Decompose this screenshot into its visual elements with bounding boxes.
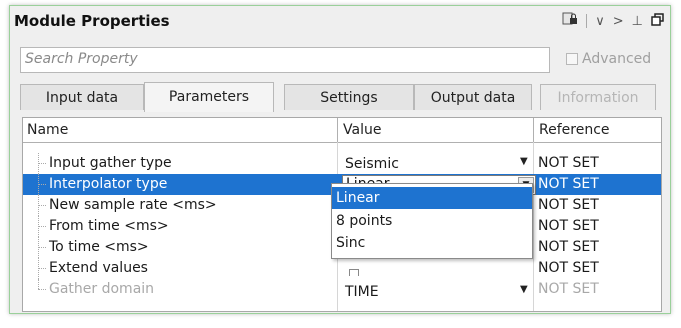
tree-line xyxy=(38,205,46,206)
lock-icon[interactable] xyxy=(562,12,578,30)
panel-titlebar: Module Properties ∨ > ⊥ xyxy=(10,6,670,40)
dropdown-option-8-points[interactable]: 8 points xyxy=(332,210,532,232)
property-name: Gather domain xyxy=(49,281,155,297)
property-reference: NOT SET xyxy=(538,197,599,213)
pin-icon[interactable]: ⊥ xyxy=(632,14,643,29)
advanced-label: Advanced xyxy=(582,51,652,67)
tree-line xyxy=(38,226,46,227)
property-name: New sample rate <ms> xyxy=(49,197,217,213)
dropdown-arrow-icon[interactable]: ▼ xyxy=(520,156,528,167)
titlebar-icons: ∨ > ⊥ xyxy=(562,12,664,30)
property-row-gather-domain[interactable]: Gather domain TIME ▼ NOT SET xyxy=(23,279,661,300)
dropdown-option-linear[interactable]: Linear xyxy=(332,187,532,209)
module-properties-panel: Module Properties ∨ > ⊥ Search Property … xyxy=(9,5,671,314)
grid-header: Name Value Reference xyxy=(23,118,661,143)
property-value[interactable]: Seismic xyxy=(345,156,399,172)
property-reference: NOT SET xyxy=(538,239,599,255)
property-row-extend-values[interactable]: Extend values NOT SET xyxy=(23,258,661,279)
column-header-value[interactable]: Value xyxy=(343,122,381,138)
dropdown-arrow-icon[interactable]: ▼ xyxy=(520,284,528,295)
property-reference: NOT SET xyxy=(538,176,599,192)
chevron-right-icon[interactable]: > xyxy=(613,14,624,29)
property-reference: NOT SET xyxy=(538,155,599,171)
restore-window-icon[interactable] xyxy=(651,12,664,30)
column-divider[interactable] xyxy=(337,118,338,142)
tree-line xyxy=(38,247,46,248)
property-reference: NOT SET xyxy=(538,218,599,234)
search-input[interactable]: Search Property xyxy=(20,47,550,73)
tree-line xyxy=(38,184,46,185)
property-name: From time <ms> xyxy=(49,218,169,234)
property-reference: NOT SET xyxy=(538,260,599,276)
property-name: Extend values xyxy=(49,260,148,276)
interpolator-type-dropdown-list[interactable]: Linear 8 points Sinc xyxy=(331,183,533,259)
tree-line xyxy=(38,279,49,289)
advanced-checkbox[interactable]: Advanced xyxy=(566,51,651,67)
tab-output-data[interactable]: Output data xyxy=(414,84,532,110)
tab-information: Information xyxy=(540,84,656,110)
tab-parameters[interactable]: Parameters xyxy=(144,82,274,112)
column-header-reference[interactable]: Reference xyxy=(539,122,610,138)
property-row-input-gather-type[interactable]: Input gather type Seismic ▼ NOT SET xyxy=(23,153,661,174)
tree-line xyxy=(38,163,46,164)
chevron-down-icon[interactable]: ∨ xyxy=(595,14,605,29)
column-divider[interactable] xyxy=(533,118,534,142)
tree-line xyxy=(38,289,46,290)
dropdown-option-sinc[interactable]: Sinc xyxy=(332,232,532,254)
search-placeholder: Search Property xyxy=(25,51,138,67)
extend-values-checkbox[interactable] xyxy=(349,269,359,276)
tree-line xyxy=(38,268,46,269)
checkbox-box[interactable] xyxy=(566,53,578,65)
tab-input-data[interactable]: Input data xyxy=(20,84,144,110)
panel-title: Module Properties xyxy=(14,12,170,30)
tab-settings[interactable]: Settings xyxy=(284,84,414,110)
property-name: Input gather type xyxy=(49,155,172,171)
property-reference: NOT SET xyxy=(538,281,599,297)
toolbar-separator xyxy=(586,14,588,28)
property-value[interactable]: TIME xyxy=(345,284,379,300)
column-header-name[interactable]: Name xyxy=(27,122,68,138)
property-name: Interpolator type xyxy=(49,176,168,192)
tab-bar: Input data Parameters Settings Output da… xyxy=(20,82,660,112)
property-name: To time <ms> xyxy=(49,239,149,255)
